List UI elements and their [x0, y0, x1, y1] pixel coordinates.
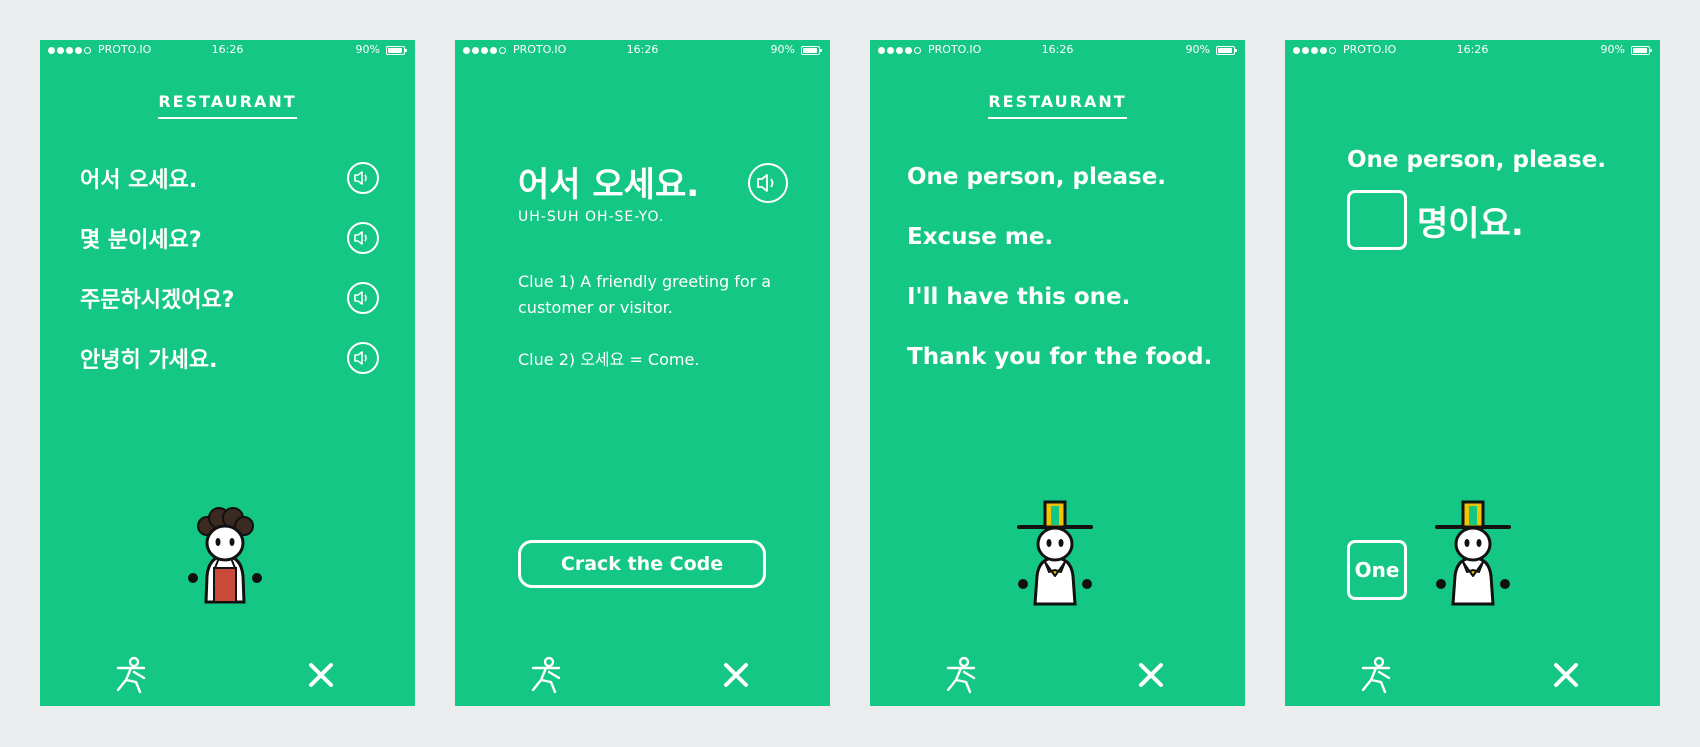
- english-phrase[interactable]: Excuse me.: [907, 224, 1053, 250]
- battery-icon: [1631, 45, 1652, 55]
- battery-icon: [1216, 45, 1237, 55]
- close-icon[interactable]: [1138, 662, 1164, 688]
- bottom-bar: [870, 652, 1245, 698]
- battery-icon: [386, 45, 407, 55]
- phrase-text: 어서 오세요.: [80, 168, 198, 193]
- phrase-row[interactable]: 주문하시겠어요?: [80, 280, 379, 316]
- answer-suffix: 명이요.: [1417, 204, 1524, 244]
- screen-fill-blank: PROTO.IO 16:26 90% One person, please. 명…: [1285, 40, 1660, 706]
- clue-2: Clue 2) 오세요 = Come.: [518, 350, 700, 369]
- english-phrase[interactable]: Thank you for the food.: [907, 344, 1212, 370]
- speaker-icon[interactable]: [347, 162, 379, 194]
- waiter-character: [188, 507, 262, 604]
- running-person-icon[interactable]: [529, 656, 563, 694]
- running-person-icon[interactable]: [944, 656, 978, 694]
- bottom-bar: [455, 652, 830, 698]
- battery-percent: 90%: [355, 43, 380, 56]
- korean-phrase: 어서 오세요.: [518, 165, 700, 205]
- status-bar: PROTO.IO 16:26 90%: [40, 40, 415, 60]
- clue-1: Clue 1) A friendly greeting for a custom…: [518, 272, 772, 317]
- close-icon[interactable]: [723, 662, 749, 688]
- title-restaurant: RESTAURANT: [988, 92, 1127, 119]
- close-icon[interactable]: [1553, 662, 1579, 688]
- screen-title: RESTAURANT: [40, 92, 415, 119]
- screen-title: RESTAURANT: [870, 92, 1245, 119]
- speaker-icon[interactable]: [347, 342, 379, 374]
- speaker-icon[interactable]: [748, 163, 788, 203]
- title-restaurant: RESTAURANT: [158, 92, 297, 119]
- status-bar: PROTO.IO 16:26 90%: [455, 40, 830, 60]
- phrase-row[interactable]: 몇 분이세요?: [80, 220, 379, 256]
- running-person-icon[interactable]: [1359, 656, 1393, 694]
- battery-percent: 90%: [770, 43, 795, 56]
- romanization: UH-SUH OH-SE-YO.: [518, 209, 665, 225]
- status-bar: PROTO.IO 16:26 90%: [1285, 40, 1660, 60]
- phrase-row[interactable]: 안녕히 가세요.: [80, 340, 379, 376]
- answer-drop-slot[interactable]: [1347, 190, 1407, 250]
- screen-english-list: PROTO.IO 16:26 90% RESTAURANT One person…: [870, 40, 1245, 706]
- bottom-bar: [40, 652, 415, 698]
- speaker-icon[interactable]: [347, 282, 379, 314]
- running-person-icon[interactable]: [114, 656, 148, 694]
- status-bar: PROTO.IO 16:26 90%: [870, 40, 1245, 60]
- phrase-text: 몇 분이세요?: [80, 228, 202, 253]
- bottom-bar: [1285, 652, 1660, 698]
- question-text: One person, please.: [1347, 147, 1607, 173]
- battery-percent: 90%: [1185, 43, 1210, 56]
- english-phrase[interactable]: I'll have this one.: [907, 284, 1130, 310]
- scholar-character: [1017, 500, 1093, 606]
- battery-icon: [801, 45, 822, 55]
- phrase-text: 안녕히 가세요.: [80, 348, 218, 373]
- word-tile-one[interactable]: One: [1347, 540, 1407, 600]
- battery-percent: 90%: [1600, 43, 1625, 56]
- screen-phrase-list: PROTO.IO 16:26 90% RESTAURANT 어서 오세요. 몇 …: [40, 40, 415, 706]
- phrase-row[interactable]: 어서 오세요.: [80, 160, 379, 196]
- speaker-icon[interactable]: [347, 222, 379, 254]
- screen-phrase-detail: PROTO.IO 16:26 90% 어서 오세요. UH-SUH OH-SE-…: [455, 40, 830, 706]
- crack-the-code-button[interactable]: Crack the Code: [518, 540, 766, 588]
- english-phrase[interactable]: One person, please.: [907, 164, 1166, 190]
- close-icon[interactable]: [308, 662, 334, 688]
- scholar-character: [1435, 500, 1511, 606]
- phrase-text: 주문하시겠어요?: [80, 288, 235, 313]
